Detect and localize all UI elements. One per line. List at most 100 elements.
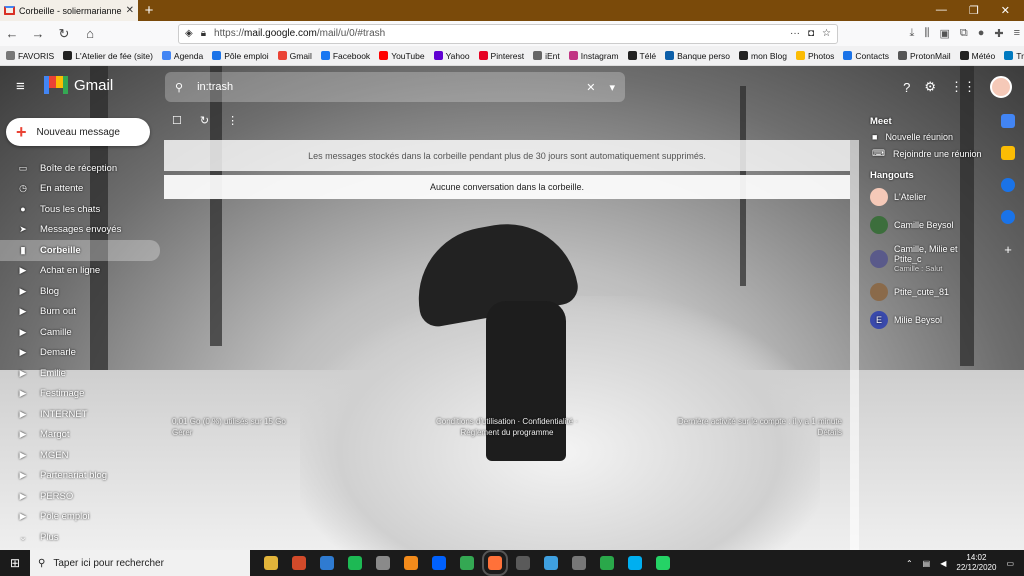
nav-item[interactable]: ● Tous les chats [0, 199, 160, 220]
nav-item[interactable]: ◷ En attente [0, 179, 160, 200]
hangouts-contact[interactable]: Camille Beysol [862, 211, 992, 239]
bookmark-item[interactable]: Pôle emploi [212, 51, 269, 61]
taskbar-app-icon[interactable] [656, 556, 670, 570]
lock-icon[interactable]: 🔒︎ [201, 28, 206, 39]
add-addon-icon[interactable]: + [1004, 242, 1012, 257]
taskbar-app-icon[interactable] [544, 556, 558, 570]
search-options-icon[interactable]: ▾ [609, 81, 615, 94]
close-window-icon[interactable]: ✕ [1001, 4, 1010, 17]
nav-item[interactable]: ▶ Demarle [0, 343, 160, 364]
settings-gear-icon[interactable]: ⚙ [924, 79, 936, 95]
bookmark-item[interactable]: L'Atelier de fée (site) [63, 51, 153, 61]
nav-item[interactable]: ▶ Margot [0, 425, 160, 446]
bookmark-item[interactable]: YouTube [379, 51, 425, 61]
download-icon[interactable]: ⤓ [910, 27, 915, 40]
nav-item[interactable]: ▭ Boîte de réception [0, 158, 160, 179]
taskbar-app-icon[interactable] [320, 556, 334, 570]
back-arrow-icon[interactable]: ← [4, 26, 20, 41]
hangouts-contact[interactable]: L'Atelier [862, 183, 992, 211]
bookmark-item[interactable]: Photos [795, 51, 834, 61]
taskbar-app-icon[interactable] [292, 556, 306, 570]
hangouts-contact[interactable]: Camille, Milie et Ptite_c Camille : Salut [862, 239, 992, 278]
account-avatar[interactable] [990, 76, 1012, 98]
volume-icon[interactable]: ◀ [940, 559, 946, 568]
search-icon[interactable]: ⚲ [175, 81, 183, 94]
refresh-icon[interactable]: ↻ [200, 114, 209, 127]
bookmark-item[interactable]: Banque perso [665, 51, 730, 61]
join-meeting-button[interactable]: ⌨ Rejoindre une réunion [862, 145, 992, 162]
taskbar-clock[interactable]: 14:02 22/12/2020 [956, 553, 996, 573]
nav-item[interactable]: ▶ INTERNET [0, 404, 160, 425]
bookmark-item[interactable]: Pinterest [478, 51, 524, 61]
help-icon[interactable]: ? [903, 80, 910, 95]
windows-start-icon[interactable]: ⊞ [0, 556, 30, 570]
main-menu-icon[interactable]: ≡ [16, 78, 25, 95]
nav-item[interactable]: ▶ Achat en ligne [0, 261, 160, 282]
bookmark-item[interactable]: Gmail [277, 51, 312, 61]
nav-item[interactable]: ▶ PERSO [0, 486, 160, 507]
taskbar-app-icon[interactable] [404, 556, 418, 570]
bookmark-item[interactable]: Instagram [568, 51, 619, 61]
bookmark-item[interactable]: FAVORIS [6, 51, 54, 61]
new-tab-button[interactable]: + [138, 2, 160, 19]
url-text[interactable]: https://mail.google.com/mail/u/0/#trash [214, 28, 782, 39]
compose-button[interactable]: + Nouveau message [6, 118, 150, 146]
extension-icon[interactable]: ● [978, 27, 985, 40]
taskbar-app-icon[interactable] [628, 556, 642, 570]
hangouts-contact[interactable]: Ptite_cute_81 [862, 278, 992, 306]
taskbar-search-box[interactable]: ⚲ Taper ici pour rechercher [30, 550, 250, 576]
taskbar-app-icon[interactable] [572, 556, 586, 570]
bookmark-item[interactable]: Météo [959, 51, 995, 61]
taskbar-app-icon[interactable] [460, 556, 474, 570]
nav-item[interactable]: ▶ Pôle emploi [0, 507, 160, 528]
search-input[interactable] [197, 81, 573, 93]
shield-icon[interactable]: ◈ [185, 28, 193, 39]
nav-item[interactable]: ▶ Camille [0, 322, 160, 343]
bookmark-item[interactable]: mon Blog [739, 51, 787, 61]
nav-item[interactable]: ▮ Corbeille [0, 240, 160, 261]
taskbar-app-icon[interactable] [600, 556, 614, 570]
new-meeting-button[interactable]: ■ Nouvelle réunion [862, 129, 992, 145]
library-icon[interactable]: ⫼ [924, 27, 929, 40]
restore-icon[interactable]: ❐ [969, 4, 979, 17]
bookmark-item[interactable]: Yahoo [433, 51, 470, 61]
browser-tab[interactable]: Corbeille - soliermarianne@gm ✕ [0, 0, 138, 21]
nav-item[interactable]: ▶ Burn out [0, 302, 160, 323]
taskbar-app-icon[interactable] [432, 556, 446, 570]
bookmark-item[interactable]: Télé [627, 51, 656, 61]
nav-item[interactable]: ▶ MGEN [0, 445, 160, 466]
bookmark-item[interactable]: Agenda [161, 51, 203, 61]
taskbar-app-icon[interactable] [264, 556, 278, 570]
close-tab-icon[interactable]: ✕ [126, 5, 134, 16]
home-icon[interactable]: ⌂ [82, 26, 98, 41]
clear-search-icon[interactable]: ✕ [586, 81, 595, 94]
nav-item[interactable]: ▶ Festimage [0, 384, 160, 405]
network-icon[interactable]: ▤ [923, 559, 931, 568]
terms-links[interactable]: Conditions d'utilisation · Confidentiali… [417, 416, 597, 438]
nav-item[interactable]: ▶ Emilie [0, 363, 160, 384]
sidebar-icon[interactable]: ▣ [939, 27, 949, 40]
nav-item[interactable]: ⌄ Plus [0, 527, 160, 548]
nav-item[interactable]: ▶ Blog [0, 281, 160, 302]
tasks-icon[interactable] [1001, 178, 1015, 192]
screenshot-icon[interactable]: ⧉ [960, 27, 968, 40]
bookmark-item[interactable]: ProtonMail [897, 51, 951, 61]
url-bar[interactable]: ◈ 🔒︎ https://mail.google.com/mail/u/0/#t… [178, 23, 838, 44]
notifications-icon[interactable]: ▭ [1006, 559, 1014, 568]
menu-icon[interactable]: ≡ [1014, 27, 1020, 40]
activity-details-link[interactable]: Détails [818, 428, 842, 437]
pocket-icon[interactable]: ◘ [808, 28, 814, 39]
bookmark-star-icon[interactable]: ☆ [822, 28, 831, 39]
reload-icon[interactable]: ↻ [56, 26, 72, 42]
more-options-icon[interactable]: ⋮ [227, 114, 238, 127]
manage-storage-link[interactable]: Gérer [172, 428, 192, 437]
content-scrollbar[interactable] [850, 140, 859, 550]
gmail-logo[interactable]: Gmail [44, 76, 113, 94]
bookmark-item[interactable]: iEnt [533, 51, 560, 61]
taskbar-app-icon[interactable] [516, 556, 530, 570]
minimize-icon[interactable]: — [936, 4, 947, 17]
taskbar-app-icon[interactable] [376, 556, 390, 570]
nav-item[interactable]: ➤ Messages envoyés [0, 220, 160, 241]
apps-grid-icon[interactable]: ⋮⋮ [950, 79, 976, 95]
taskbar-app-icon[interactable] [348, 556, 362, 570]
